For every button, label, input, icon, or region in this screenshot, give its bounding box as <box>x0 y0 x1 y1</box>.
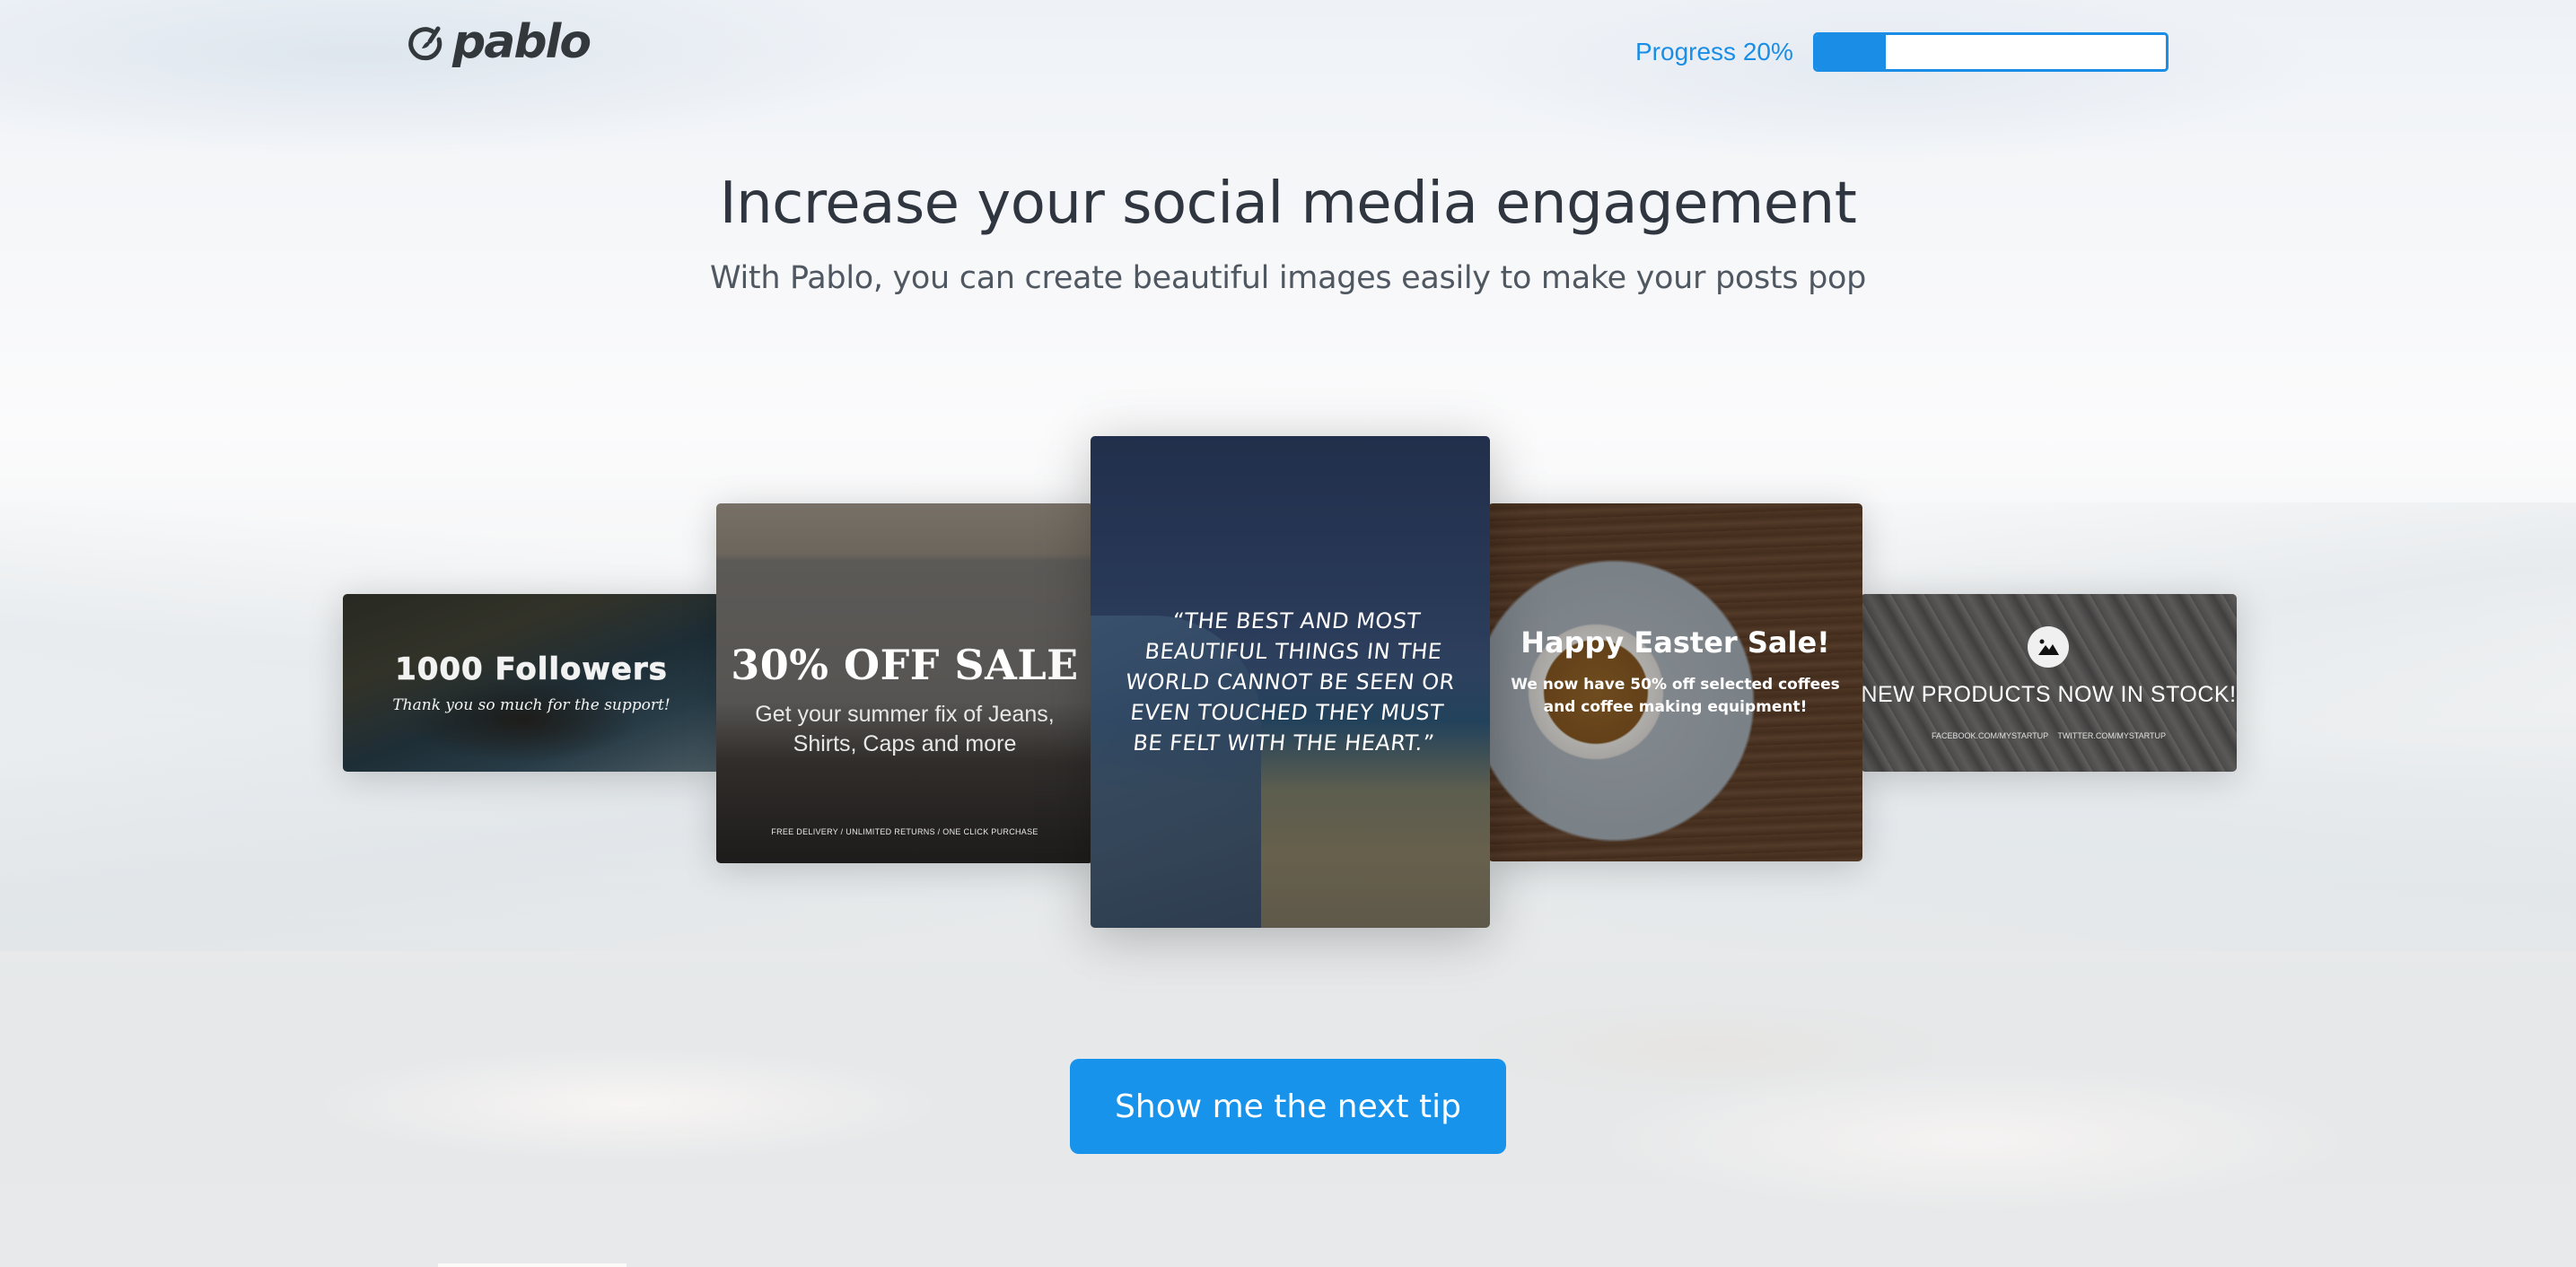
card-subtitle: Thank you so much for the support! <box>392 696 670 714</box>
card-title: 1000 Followers <box>395 651 668 688</box>
card-subtitle-line: and coffee making equipment! <box>1543 697 1808 716</box>
next-tip-button[interactable]: Show me the next tip <box>1070 1059 1506 1154</box>
card-title: Happy Easter Sale! <box>1520 625 1830 660</box>
hero-section: Increase your social media engagement Wi… <box>0 170 2576 296</box>
example-card-quote[interactable]: “The best and most beautiful things in t… <box>1091 436 1490 928</box>
card-footer: FACEBOOK.COM/MYSTARTUP TWITTER.COM/MYSTA… <box>1931 730 2166 740</box>
example-card-sale[interactable]: 30% OFF SALE Get your summer fix of Jean… <box>716 503 1093 863</box>
bottom-strip <box>438 1263 626 1267</box>
card-footer: FREE DELIVERY / UNLIMITED RETURNS / ONE … <box>771 827 1038 836</box>
example-card-followers[interactable]: 1000 Followers Thank you so much for the… <box>343 594 720 772</box>
page-title: Increase your social media engagement <box>719 170 1857 237</box>
page-subtitle: With Pablo, you can create beautiful ima… <box>709 260 1867 296</box>
progress-label: Progress 20% <box>1635 38 1793 66</box>
pablo-logo[interactable]: pablo <box>406 19 591 66</box>
example-card-products[interactable]: NEW PRODUCTS NOW IN STOCK! FACEBOOK.COM/… <box>1861 594 2237 772</box>
logo-text: pablo <box>452 15 591 69</box>
card-subtitle: Get your summer fix of Jeans, Shirts, Ca… <box>731 700 1078 759</box>
card-title: NEW PRODUCTS NOW IN STOCK! <box>1861 681 2237 707</box>
card-subtitle-line: Get your summer fix of Jeans, <box>755 701 1055 727</box>
progress-indicator: Progress 20% <box>1635 32 2169 72</box>
card-quote-text: “The best and most beautiful things in t… <box>1124 608 1457 756</box>
progress-fill <box>1815 35 1886 69</box>
image-icon <box>2028 625 2070 668</box>
card-subtitle: We now have 50% off selected coffees and… <box>1511 674 1840 719</box>
example-card-easter[interactable]: Happy Easter Sale! We now have 50% off s… <box>1488 503 1862 861</box>
card-subtitle-line: Shirts, Caps and more <box>793 730 1017 756</box>
card-subtitle-line: We now have 50% off selected coffees <box>1511 675 1840 694</box>
card-title: 30% OFF SALE <box>731 640 1079 689</box>
paintbrush-icon <box>406 23 445 66</box>
progress-bar <box>1812 32 2169 72</box>
